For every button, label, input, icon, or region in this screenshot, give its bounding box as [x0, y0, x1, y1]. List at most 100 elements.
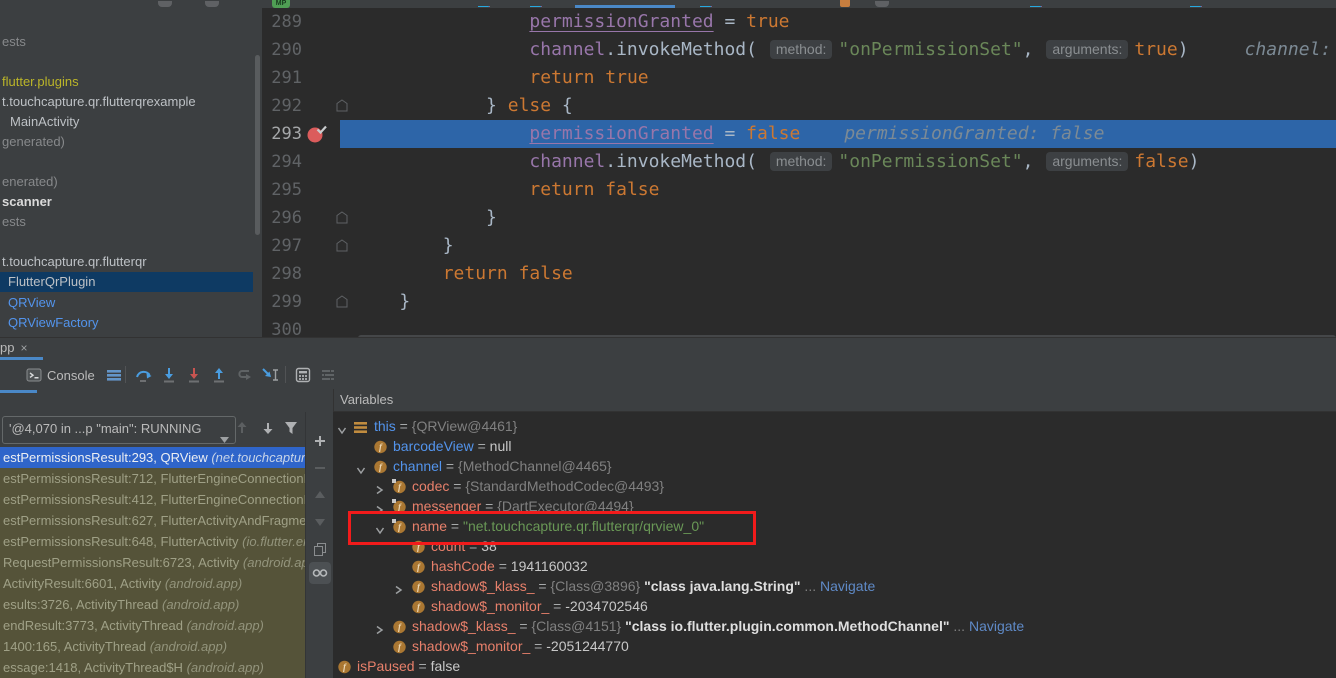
variable-row[interactable]: fshadow$_monitor_ = -2034702546 — [333, 596, 1336, 616]
stack-frame-row[interactable]: ActivityResult:6601, Activity (android.a… — [0, 573, 305, 594]
move-up-icon — [309, 484, 331, 506]
variable-name: hashCode = 1941160032 — [431, 556, 588, 576]
frame-text: RequestPermissionsResult:6723, Activity — [3, 555, 243, 570]
variable-row[interactable]: fhashCode = 1941160032 — [333, 556, 1336, 576]
parameter-hint-chip: method: — [770, 40, 833, 59]
add-watch-icon[interactable] — [309, 430, 331, 452]
toolbar-icon — [205, 1, 219, 7]
line-number[interactable]: 297 — [262, 232, 302, 260]
evaluate-expression-icon[interactable] — [293, 365, 313, 385]
debugger-toolbar: Console — [0, 360, 1336, 389]
fold-marker-icon[interactable] — [336, 99, 348, 117]
stack-frame-row[interactable]: estPermissionsResult:293, QRView (net.to… — [0, 447, 305, 468]
breakpoint-icon[interactable] — [306, 124, 330, 149]
line-number[interactable]: 293 — [262, 120, 302, 148]
kotlin-file-icon — [478, 0, 490, 7]
kotlin-file-icon — [1030, 0, 1042, 7]
frame-package: (io.flutter.em — [242, 534, 305, 549]
variable-row[interactable]: fisPaused = false — [333, 656, 1336, 676]
line-number[interactable]: 295 — [262, 176, 302, 204]
fold-marker-icon[interactable] — [336, 295, 348, 313]
prev-frame-button[interactable] — [232, 418, 252, 438]
variables-tree: this = {QRView@4461}fbarcodeView = nullf… — [333, 412, 1336, 678]
toolbar-separator — [285, 366, 286, 383]
step-into-icon[interactable] — [159, 365, 179, 385]
line-number[interactable]: 299 — [262, 288, 302, 316]
variable-row[interactable]: this = {QRView@4461} — [333, 416, 1336, 436]
code-text: channel.invokeMethod( method:"onPermissi… — [356, 148, 1199, 176]
tab-label-sliver — [875, 1, 889, 7]
line-number[interactable]: 292 — [262, 92, 302, 120]
parameter-hint-chip: arguments: — [1046, 40, 1128, 59]
next-frame-button[interactable] — [258, 418, 278, 438]
editor-line[interactable]: 295 return false — [0, 176, 1336, 204]
stack-frame-row[interactable]: endResult:3773, ActivityThread (android.… — [0, 615, 305, 636]
step-over-icon[interactable] — [133, 365, 153, 385]
variable-row[interactable]: fshadow$_klass_ = {Class@3896} "class ja… — [333, 576, 1336, 596]
filter-icon[interactable] — [281, 418, 301, 438]
stack-frame-row[interactable]: estPermissionsResult:712, FlutterEngineC… — [0, 468, 305, 489]
parameter-hint-chip: arguments: — [1046, 152, 1128, 171]
editor-line[interactable]: 291 return true — [0, 64, 1336, 92]
editor-line[interactable]: 292 } else { — [0, 92, 1336, 120]
frame-package: (android.app) — [150, 639, 227, 654]
duplicate-icon[interactable] — [309, 538, 331, 560]
stack-frame-row[interactable]: estPermissionsResult:648, FlutterActivit… — [0, 531, 305, 552]
inline-debugger-value: channel: M — [1245, 39, 1336, 60]
editor-line[interactable]: 293 permissionGranted = falsepermissionG… — [0, 120, 1336, 148]
editor-line[interactable]: 289 permissionGranted = true — [0, 8, 1336, 36]
frame-text: essage:1418, ActivityThread$H — [3, 660, 187, 675]
tab-console[interactable]: Console — [26, 364, 95, 386]
stack-frame-row[interactable]: 1400:165, ActivityThread (android.app) — [0, 636, 305, 657]
field-icon: f — [337, 659, 352, 678]
stack-frame-row[interactable]: esults:3726, ActivityThread (android.app… — [0, 594, 305, 615]
variable-row[interactable]: fchannel = {MethodChannel@4465} — [333, 456, 1336, 476]
line-number[interactable]: 289 — [262, 8, 302, 36]
drop-frame-icon — [234, 365, 254, 385]
thread-selector-dropdown[interactable]: '@4,070 in ...p "main": RUNNING — [2, 416, 236, 444]
ide-window: MP estsflutter.pluginst.touchcapture.qr.… — [0, 0, 1336, 678]
toolbar-icon — [158, 1, 172, 7]
run-to-cursor-icon[interactable] — [260, 365, 280, 385]
variable-row[interactable]: fshadow$_klass_ = {Class@4151} "class io… — [333, 616, 1336, 636]
debug-session-tab[interactable]: pp× — [0, 340, 27, 358]
variable-row[interactable]: fcodec = {StandardMethodCodec@4493} — [333, 476, 1336, 496]
frames-list: estPermissionsResult:293, QRView (net.to… — [0, 447, 305, 678]
editor-line[interactable]: 296 } — [0, 204, 1336, 232]
code-text: channel.invokeMethod( method:"onPermissi… — [356, 36, 1336, 64]
code-text: return false — [356, 260, 573, 288]
remove-watch-icon — [309, 457, 331, 479]
code-text: permissionGranted = falsepermissionGrant… — [356, 120, 1104, 148]
line-number[interactable]: 296 — [262, 204, 302, 232]
line-number[interactable]: 291 — [262, 64, 302, 92]
variable-row[interactable]: fbarcodeView = null — [333, 436, 1336, 456]
line-number[interactable]: 290 — [262, 36, 302, 64]
force-step-into-icon[interactable] — [184, 365, 204, 385]
fold-marker-icon[interactable] — [336, 211, 348, 229]
editor-line[interactable]: 298 return false — [0, 260, 1336, 288]
editor-line[interactable]: 297 } — [0, 232, 1336, 260]
editor-line[interactable]: 290 channel.invokeMethod( method:"onPerm… — [0, 36, 1336, 64]
editor-line[interactable]: 299 } — [0, 288, 1336, 316]
show-watches-icon[interactable] — [309, 562, 331, 584]
frame-text: ActivityResult:6601, Activity — [3, 576, 165, 591]
stack-frame-row[interactable]: essage:1418, ActivityThread$H (android.a… — [0, 657, 305, 678]
line-number[interactable]: 298 — [262, 260, 302, 288]
threads-view-icon[interactable] — [104, 365, 124, 385]
code-text: return true — [356, 64, 649, 92]
close-icon[interactable]: × — [20, 341, 27, 355]
editor-line[interactable]: 294 channel.invokeMethod( method:"onPerm… — [0, 148, 1336, 176]
fold-marker-icon[interactable] — [336, 239, 348, 257]
frame-text: estPermissionsResult:627, FlutterActivit… — [3, 513, 305, 528]
line-number[interactable]: 294 — [262, 148, 302, 176]
variable-name: shadow$_klass_ = {Class@4151} "class io.… — [412, 616, 1024, 636]
stack-frame-row[interactable]: RequestPermissionsResult:6723, Activity … — [0, 552, 305, 573]
step-out-icon[interactable] — [209, 365, 229, 385]
navigate-link[interactable]: Navigate — [969, 618, 1024, 634]
kotlin-file-icon — [700, 0, 712, 7]
frame-text: estPermissionsResult:648, FlutterActivit… — [3, 534, 242, 549]
navigate-link[interactable]: Navigate — [820, 578, 875, 594]
stack-frame-row[interactable]: estPermissionsResult:412, FlutterEngineC… — [0, 489, 305, 510]
variable-row[interactable]: fshadow$_monitor_ = -2051244770 — [333, 636, 1336, 656]
stack-frame-row[interactable]: estPermissionsResult:627, FlutterActivit… — [0, 510, 305, 531]
